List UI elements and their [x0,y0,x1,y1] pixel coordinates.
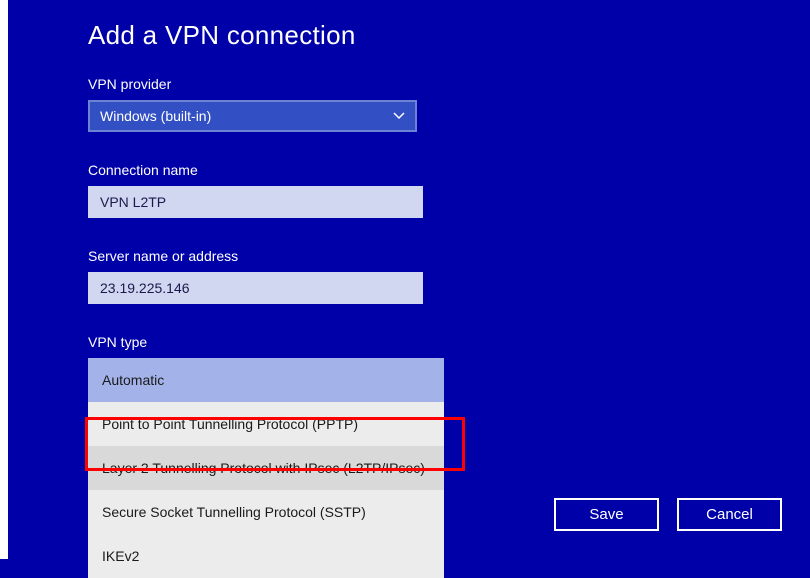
connection-name-label: Connection name [88,162,810,178]
chevron-down-icon [393,112,405,120]
vpn-provider-group: VPN provider Windows (built-in) [88,76,810,132]
vpn-provider-label: VPN provider [88,76,810,92]
connection-name-group: Connection name VPN L2TP [88,162,810,218]
server-address-input[interactable]: 23.19.225.146 [88,272,423,304]
vpn-settings-panel: Add a VPN connection VPN provider Window… [8,0,810,559]
vpn-provider-dropdown[interactable]: Windows (built-in) [88,100,417,132]
connection-name-input[interactable]: VPN L2TP [88,186,423,218]
save-button[interactable]: Save [554,498,659,531]
server-address-value: 23.19.225.146 [100,280,190,296]
edge-background-text [0,0,8,559]
vpn-provider-value: Windows (built-in) [100,108,211,124]
vpn-type-option-ikev2[interactable]: IKEv2 [88,534,444,578]
server-address-group: Server name or address 23.19.225.146 [88,248,810,304]
vpn-type-option-sstp[interactable]: Secure Socket Tunnelling Protocol (SSTP) [88,490,444,534]
vpn-type-label: VPN type [88,334,810,350]
vpn-type-option-l2tp[interactable]: Layer 2 Tunnelling Protocol with IPsec (… [88,446,444,490]
server-address-label: Server name or address [88,248,810,264]
cancel-button[interactable]: Cancel [677,498,782,531]
vpn-type-option-automatic[interactable]: Automatic [88,358,444,402]
vpn-type-dropdown-list: Automatic Point to Point Tunnelling Prot… [88,358,444,578]
vpn-type-option-pptp[interactable]: Point to Point Tunnelling Protocol (PPTP… [88,402,444,446]
page-title: Add a VPN connection [88,20,810,51]
connection-name-value: VPN L2TP [100,194,166,210]
vpn-type-group: VPN type Automatic Point to Point Tunnel… [88,334,810,578]
dialog-button-row: Save Cancel [554,498,782,531]
